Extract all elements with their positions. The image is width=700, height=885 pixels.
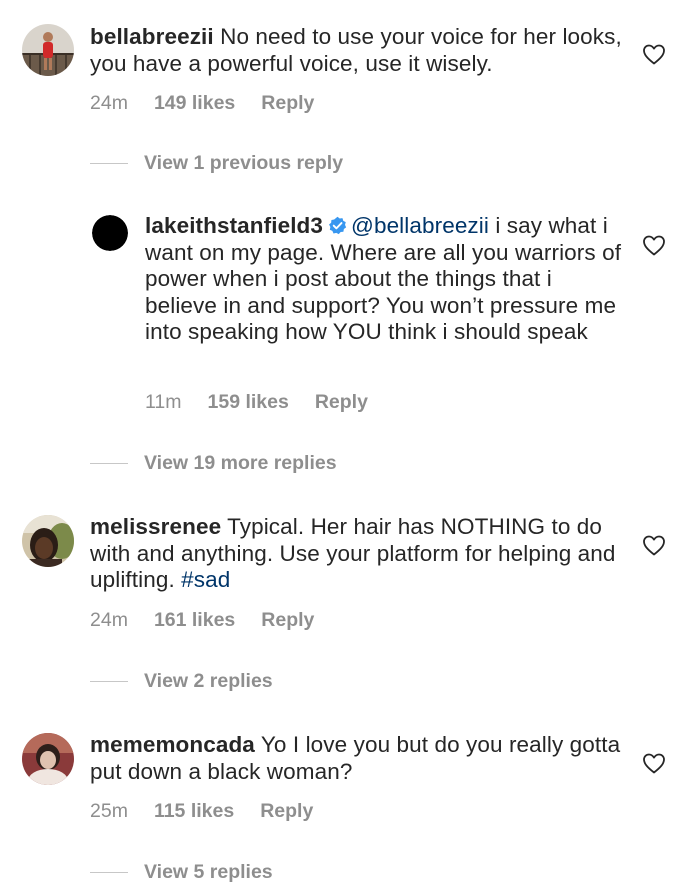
heart-icon[interactable]: [642, 234, 666, 256]
divider-line: [90, 163, 128, 164]
comment-mention[interactable]: @bellabreezii: [351, 213, 489, 238]
comment-likes[interactable]: 159 likes: [208, 391, 289, 413]
comment-username[interactable]: melissrenee: [90, 514, 221, 539]
comment-username[interactable]: mememoncada: [90, 732, 255, 757]
reply-button[interactable]: Reply: [315, 391, 368, 413]
view-replies-button[interactable]: View 5 replies: [90, 861, 273, 884]
avatar-melissrenee[interactable]: [22, 515, 74, 567]
comment-time: 25m: [90, 800, 128, 822]
divider-line: [90, 463, 128, 464]
comment-likes[interactable]: 149 likes: [154, 92, 235, 114]
comment-username[interactable]: bellabreezii: [90, 24, 214, 49]
reply-button[interactable]: Reply: [261, 92, 314, 114]
divider-line: [90, 872, 128, 873]
view-replies-button[interactable]: View 19 more replies: [90, 452, 337, 475]
comment-time: 11m: [145, 391, 182, 413]
verified-badge-icon: [329, 216, 347, 235]
view-replies-label: View 5 replies: [144, 861, 273, 883]
comment-meta: 25m 115 likes Reply: [90, 800, 339, 823]
comment-meta: 24m 161 likes Reply: [90, 609, 340, 632]
reply-button[interactable]: Reply: [261, 609, 314, 631]
divider-line: [90, 681, 128, 682]
comment-meta: 11m 159 likes Reply: [145, 391, 394, 414]
comment-likes[interactable]: 161 likes: [154, 609, 235, 631]
heart-icon[interactable]: [642, 752, 666, 774]
comment-likes[interactable]: 115 likes: [154, 800, 234, 822]
comment-text: bellabreezii No need to use your voice f…: [90, 24, 630, 77]
comment-hashtag[interactable]: #sad: [181, 567, 230, 592]
comment-text: melissrenee Typical. Her hair has NOTHIN…: [90, 514, 630, 594]
comment-username[interactable]: lakeithstanfield3: [145, 213, 323, 238]
comment-time: 24m: [90, 92, 128, 114]
comment-text: lakeithstanfield3 @bellabreezii i say wh…: [145, 213, 625, 346]
reply-button[interactable]: Reply: [260, 800, 313, 822]
avatar-mememoncada[interactable]: [22, 733, 74, 785]
view-replies-label: View 2 replies: [144, 670, 273, 692]
view-replies-label: View 19 more replies: [144, 452, 337, 474]
view-replies-label: View 1 previous reply: [144, 152, 344, 174]
avatar-bellabreezii[interactable]: [22, 24, 74, 76]
comment-text: mememoncada Yo I love you but do you rea…: [90, 732, 630, 785]
comment-meta: 24m 149 likes Reply: [90, 92, 340, 115]
view-replies-button[interactable]: View 2 replies: [90, 670, 273, 693]
heart-icon[interactable]: [642, 534, 666, 556]
heart-icon[interactable]: [642, 43, 666, 65]
view-replies-button[interactable]: View 1 previous reply: [90, 152, 343, 175]
avatar-lakeithstanfield3[interactable]: [92, 215, 128, 251]
comment-time: 24m: [90, 609, 128, 631]
